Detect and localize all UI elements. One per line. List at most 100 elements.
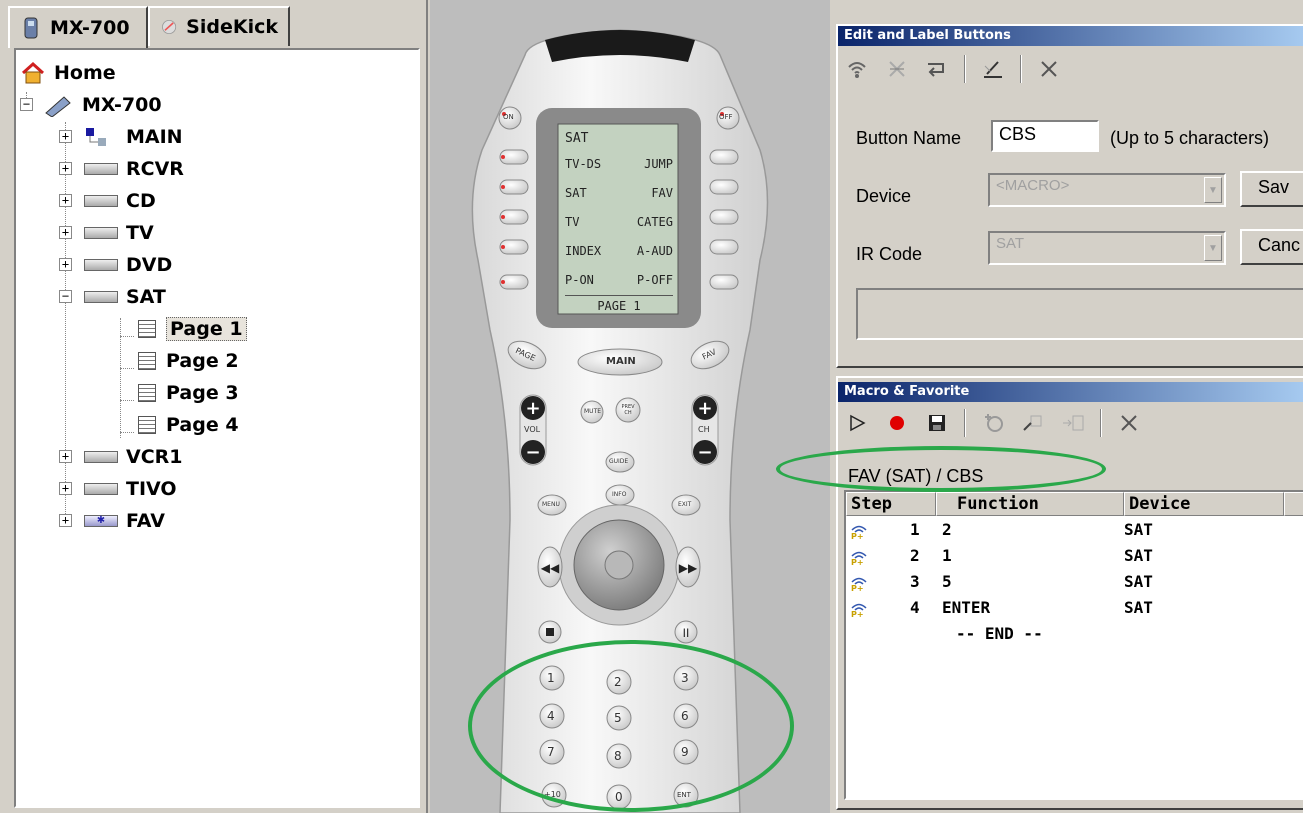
tree-node-tv[interactable]: TV	[84, 218, 154, 248]
collapse-toggle[interactable]: −	[59, 290, 72, 303]
remote-main-button[interactable]: MAIN	[606, 356, 636, 367]
cell-function: 1	[942, 546, 952, 565]
learn-ir-icon[interactable]	[844, 56, 870, 82]
tree-view[interactable]: Home − MX-700 + MAIN + RCVR + CD + TV + …	[14, 48, 420, 808]
table-row-end: -- END --	[846, 622, 1303, 648]
table-row[interactable]: P+ 3 5 SAT	[846, 570, 1303, 596]
device-select-value: <MACRO>	[996, 177, 1070, 194]
remote-guide-button[interactable]: GUIDE	[609, 458, 628, 465]
save-button[interactable]: Sav	[1240, 171, 1303, 207]
record-icon[interactable]	[884, 410, 910, 436]
delete-icon[interactable]	[1116, 410, 1142, 436]
delete-icon[interactable]	[1036, 56, 1062, 82]
add-delay-icon[interactable]	[980, 410, 1006, 436]
svg-text:P+: P+	[851, 584, 864, 592]
remote-menu-button[interactable]: MENU	[542, 501, 560, 508]
tree-node-rcvr[interactable]: RCVR	[84, 154, 184, 184]
tree-node-sat[interactable]: SAT	[84, 282, 166, 312]
tab-mx700[interactable]: MX-700	[8, 6, 148, 48]
tree-node-page-4[interactable]: Page 4	[138, 410, 239, 440]
expand-toggle[interactable]: +	[59, 130, 72, 143]
toolbar-separator	[1020, 55, 1022, 83]
tree-node-page-1[interactable]: Page 1	[138, 314, 247, 344]
ir-code-select[interactable]: SAT ▼	[988, 231, 1226, 265]
chevron-down-icon[interactable]: ▼	[1204, 235, 1222, 261]
expand-toggle[interactable]: +	[59, 482, 72, 495]
tree-node-label: Page 3	[166, 382, 239, 404]
cell-device: SAT	[1124, 598, 1153, 617]
expand-toggle[interactable]: +	[59, 194, 72, 207]
table-row[interactable]: P+ 2 1 SAT	[846, 544, 1303, 570]
edit-toolbar	[844, 52, 1062, 86]
ir-code-label: IR Code	[856, 244, 923, 264]
column-header-step[interactable]: Step	[846, 492, 936, 516]
edit-label-icon[interactable]	[980, 56, 1006, 82]
lcd-header: SAT	[565, 131, 589, 146]
remote-exit-button[interactable]: EXIT	[678, 501, 691, 508]
tab-sidekick[interactable]: SideKick	[148, 6, 290, 46]
end-marker: -- END --	[956, 624, 1043, 643]
tree-node-fav[interactable]: ✱ FAV	[84, 506, 165, 536]
column-header-function[interactable]: Function	[936, 492, 1124, 516]
tree-node-vcr1[interactable]: VCR1	[84, 442, 183, 472]
column-header-device[interactable]: Device	[1124, 492, 1284, 516]
remote-on-button[interactable]: ON	[503, 113, 514, 121]
tree-node-page-2[interactable]: Page 2	[138, 346, 239, 376]
device-label: Device	[856, 186, 912, 206]
table-row[interactable]: P+ 4 ENTER SAT	[846, 596, 1303, 622]
jump-icon[interactable]	[924, 56, 950, 82]
chevron-down-icon[interactable]: ▼	[1204, 177, 1222, 203]
expand-toggle[interactable]: +	[59, 450, 72, 463]
device-icon	[84, 163, 118, 175]
save-icon[interactable]	[924, 410, 950, 436]
cell-step: 1	[910, 520, 920, 539]
tree-node-tivo[interactable]: TIVO	[84, 474, 177, 504]
remote-vol-label: VOL	[524, 425, 541, 434]
table-row[interactable]: P+ 1 2 SAT	[846, 518, 1303, 544]
lcd-label: A-AUD	[636, 244, 673, 258]
macro-steps-table[interactable]: Step Function Device P+ 1 2 SAT P+ 2 1 S…	[844, 490, 1303, 800]
tree-node-page-3[interactable]: Page 3	[138, 378, 239, 408]
panel-title: Edit and Label Buttons	[838, 26, 1303, 46]
device-select[interactable]: <MACRO> ▼	[988, 173, 1226, 207]
lcd-row: TV CATEG	[565, 208, 673, 237]
expand-toggle[interactable]: +	[59, 258, 72, 271]
lcd-row: SAT FAV	[565, 179, 673, 208]
svg-text:P+: P+	[851, 558, 864, 566]
play-icon[interactable]	[844, 410, 870, 436]
device-icon	[84, 227, 118, 239]
remote-off-button[interactable]: OFF	[719, 113, 733, 121]
tree-node-label: FAV	[126, 510, 165, 532]
cell-step: 2	[910, 546, 920, 565]
cell-device: SAT	[1124, 546, 1153, 565]
expand-toggle[interactable]: +	[59, 226, 72, 239]
tree-node-main[interactable]: MAIN	[84, 122, 183, 152]
tree-node-home[interactable]: Home	[20, 58, 116, 88]
insert-macro-icon[interactable]	[1060, 410, 1086, 436]
cell-function: 2	[942, 520, 952, 539]
expand-toggle[interactable]: +	[59, 514, 72, 527]
toolbar-separator	[964, 409, 966, 437]
device-icon	[84, 291, 118, 303]
tree-node-dvd[interactable]: DVD	[84, 250, 172, 280]
remote-fav-button[interactable]: FAV	[701, 347, 718, 361]
page-icon	[138, 352, 156, 370]
remote-info-button[interactable]: INFO	[612, 491, 626, 498]
remote-prev-ch-button[interactable]: PREV CH	[619, 404, 637, 416]
page-icon	[138, 416, 156, 434]
ir-step-icon: P+	[851, 525, 867, 540]
add-step-icon[interactable]	[1020, 410, 1046, 436]
remote-mute-button[interactable]: MUTE	[584, 408, 601, 415]
tree-node-mx700[interactable]: MX-700	[42, 90, 162, 120]
lcd-label: TV-DS	[565, 157, 602, 171]
macro-favorite-panel: Macro & Favorite FAV (SAT) / CBS Step Fu…	[836, 376, 1303, 810]
expand-toggle[interactable]: +	[59, 162, 72, 175]
remote-page-button[interactable]: PAGE	[514, 346, 537, 363]
clear-ir-icon[interactable]	[884, 56, 910, 82]
column-header-extra[interactable]	[1284, 492, 1303, 516]
collapse-toggle[interactable]: −	[20, 98, 33, 111]
cell-step: 4	[910, 598, 920, 617]
tree-node-cd[interactable]: CD	[84, 186, 156, 216]
button-name-input[interactable]: CBS	[991, 120, 1099, 152]
cancel-button[interactable]: Canc	[1240, 229, 1303, 265]
